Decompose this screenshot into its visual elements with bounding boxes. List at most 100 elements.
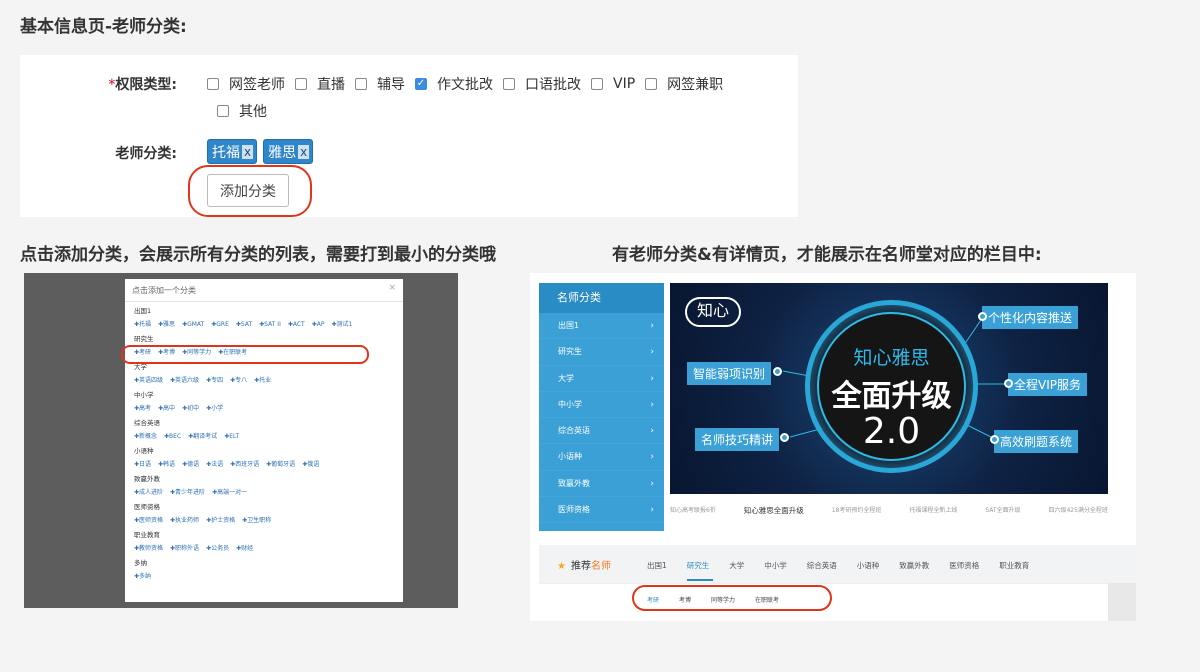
recommend-tab[interactable]: 致赢外教	[899, 561, 929, 570]
recommend-tab[interactable]: 中小学	[764, 561, 787, 570]
checkbox-checked-icon[interactable]: ✓	[415, 78, 427, 90]
sidebar-item[interactable]: 出国1 ›	[539, 313, 664, 340]
category-group-name: 小语种	[134, 447, 154, 455]
checkbox-icon[interactable]	[591, 78, 603, 90]
checkbox-icon[interactable]	[217, 105, 229, 117]
feature-dot	[1004, 379, 1013, 388]
category-item-link[interactable]: ✚医师资格	[134, 517, 163, 524]
sidebar-item[interactable]: 大学 ›	[539, 366, 664, 392]
checkbox-icon[interactable]	[645, 78, 658, 90]
category-item-link[interactable]: ✚职称外语	[170, 545, 199, 552]
category-item-link[interactable]: ✚公务员	[206, 545, 229, 552]
feature-chip: 个性化内容推送	[982, 306, 1079, 329]
category-item-link[interactable]: ✚翻译考试	[188, 433, 217, 440]
category-item-link[interactable]: ✚AP	[312, 321, 325, 328]
close-icon[interactable]: ×	[388, 283, 396, 293]
category-item-link[interactable]: ✚高中	[158, 405, 175, 412]
sidebar-item-label: 大学	[558, 373, 574, 383]
category-item-link[interactable]: ✚SAT	[236, 321, 252, 328]
category-item-link[interactable]: ✚专八	[230, 377, 247, 384]
banner-tab[interactable]: 知心高考联报6折	[670, 505, 716, 516]
sidebar-item-label: 出国1	[558, 321, 580, 330]
teacher-category-label: 老师分类:	[115, 146, 177, 162]
recommend-tab[interactable]: 职业教育	[999, 561, 1029, 570]
category-item-link[interactable]: ✚专四	[206, 377, 223, 384]
checkbox-icon[interactable]	[503, 78, 515, 90]
category-items: ✚托福 ✚雅思 ✚GMAT ✚GRE ✚SAT ✚SAT II ✚ACT ✚AP ✚测试1	[134, 315, 394, 335]
category-item-link[interactable]: ✚高端一对一	[212, 489, 247, 496]
modal-title-text: 点击添加一个分类	[132, 286, 196, 295]
banner-tab[interactable]: 知心雅思全面升级	[744, 505, 804, 516]
sidebar-item[interactable]: 综合英语 ›	[539, 418, 664, 445]
category-item-link[interactable]: ✚英语六级	[170, 377, 199, 384]
category-item-link[interactable]: ✚执业药师	[170, 517, 199, 524]
remove-tag-icon[interactable]: x	[298, 145, 310, 159]
category-item-link[interactable]: ✚财经	[236, 545, 253, 552]
recommend-tabs: 出国1 研究生 大学 中小学 综合英语 小语种 致赢外教 医师资格 职业教育	[647, 560, 1049, 571]
category-group-name: 医师资格	[134, 503, 160, 511]
chevron-right-icon: ›	[650, 452, 654, 463]
category-item-link[interactable]: ✚托福	[134, 321, 151, 328]
permission-checkbox[interactable]: 口语批改	[503, 74, 581, 94]
permission-checkbox[interactable]: 直播	[295, 74, 345, 94]
sidebar-item[interactable]: 中小学 ›	[539, 392, 664, 419]
category-item-link[interactable]: ✚托业	[254, 377, 271, 384]
permission-checkbox[interactable]: VIP	[591, 76, 635, 92]
checkbox-icon[interactable]	[295, 78, 307, 90]
category-item-link[interactable]: ✚英语四级	[134, 377, 163, 384]
category-group-name: 大学	[134, 363, 147, 371]
sidebar-item[interactable]: 研究生 ›	[539, 339, 664, 366]
category-item-link[interactable]: ✚韩语	[158, 461, 175, 468]
sidebar-item[interactable]: 医师资格 ›	[539, 497, 664, 524]
category-item-link[interactable]: ✚多纳	[134, 573, 151, 580]
category-item-link[interactable]: ✚青少年进阶	[170, 489, 205, 496]
category-item-link[interactable]: ✚德语	[182, 461, 199, 468]
permission-options-row-2: 其他	[217, 101, 277, 121]
category-item-link[interactable]: ✚BEC	[164, 433, 181, 440]
category-item-link[interactable]: ✚GRE	[211, 321, 229, 328]
category-item-link[interactable]: ✚雅思	[158, 321, 175, 328]
category-item-link[interactable]: ✚小学	[206, 405, 223, 412]
category-item-link[interactable]: ✚初中	[182, 405, 199, 412]
category-item-link[interactable]: ✚GMAT	[182, 321, 204, 328]
category-item-link[interactable]: ✚ACT	[288, 321, 305, 328]
category-item-link[interactable]: ✚测试1	[331, 321, 352, 328]
category-item-link[interactable]: ✚西班牙语	[230, 461, 259, 468]
category-item-link[interactable]: ✚护士资格	[206, 517, 235, 524]
promo-banner[interactable]: 知心 知心雅思 全面升级 2.0 智能弱项识别 名师技巧精讲 个性化内容推送 全…	[670, 283, 1108, 494]
banner-tab[interactable]: 四六级425满分全程班	[1048, 505, 1107, 516]
category-item-link[interactable]: ✚卫生职称	[242, 517, 271, 524]
remove-tag-icon[interactable]: x	[242, 145, 254, 159]
category-item-link[interactable]: ✚法语	[206, 461, 223, 468]
category-item-link[interactable]: ✚ELT	[224, 433, 239, 440]
recommend-tab[interactable]: 出国1	[647, 561, 667, 570]
category-item-link[interactable]: ✚日语	[134, 461, 151, 468]
category-item-link[interactable]: ✚葡萄牙语	[266, 461, 295, 468]
category-item-link[interactable]: ✚成人进阶	[134, 489, 163, 496]
checkbox-icon[interactable]	[355, 78, 367, 90]
permission-checkbox[interactable]: 网签兼职	[645, 74, 723, 94]
category-item-link[interactable]: ✚SAT II	[259, 321, 281, 328]
banner-tab[interactable]: 18考研预约全程班	[832, 505, 882, 516]
sidebar-item[interactable]: 致赢外教 ›	[539, 471, 664, 498]
recommend-tab[interactable]: 小语种	[857, 561, 880, 570]
checkbox-icon[interactable]	[207, 78, 219, 90]
recommend-tab[interactable]: 大学	[729, 561, 744, 570]
recommend-tab[interactable]: 研究生	[687, 561, 710, 570]
category-item-link[interactable]: ✚俄语	[302, 461, 319, 468]
category-item-link[interactable]: ✚高考	[134, 405, 151, 412]
category-item-link[interactable]: ✚教师资格	[134, 545, 163, 552]
banner-tab[interactable]: SAT全面升级	[985, 505, 1020, 516]
permission-checkbox[interactable]: 辅导	[355, 74, 405, 94]
recommend-tab[interactable]: 综合英语	[807, 561, 837, 570]
sidebar-item[interactable]: 小语种 ›	[539, 444, 664, 471]
category-item-link[interactable]: ✚新概念	[134, 433, 157, 440]
recommend-tab[interactable]: 医师资格	[949, 561, 979, 570]
permission-checkbox[interactable]: 其他	[217, 101, 267, 121]
permission-checkbox[interactable]: 网签老师	[207, 74, 285, 94]
permission-checkbox[interactable]: ✓ 作文批改	[415, 74, 493, 94]
banner-tab[interactable]: 托福课程全新上线	[909, 505, 957, 516]
recommend-bar: ★ 推荐名师 出国1 研究生 大学 中小学 综合英语 小语种 致赢外教 医师资格 职业教育	[539, 545, 1136, 583]
category-tag: 雅思 x	[263, 139, 314, 164]
teacher-hall-screenshot: 名师分类 出国1 › 研究生 › 大学 › 中小学 › 综合英语 › 小语种 › 致赢外教 › 医师资格 › …	[530, 273, 1136, 621]
